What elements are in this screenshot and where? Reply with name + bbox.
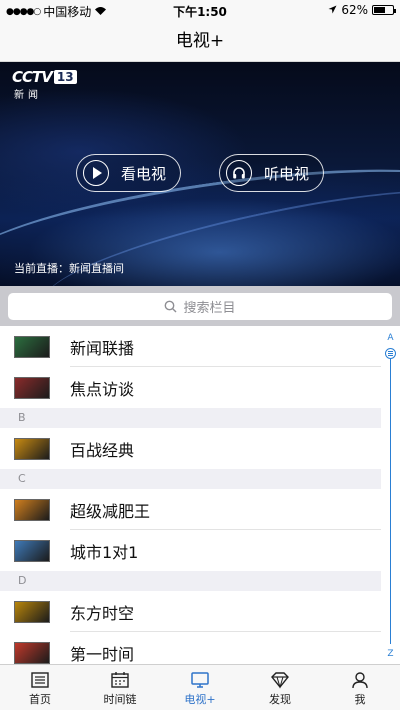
battery-fill <box>374 7 386 13</box>
logo-row: CCTV 13 <box>12 68 77 86</box>
listen-tv-label: 听电视 <box>264 164 310 183</box>
logo-channel-number: 13 <box>53 70 77 84</box>
tab-label: 发现 <box>269 693 291 706</box>
page-title: 电视+ <box>175 31 225 51</box>
program-thumbnail <box>14 498 50 521</box>
section-header-b: B <box>0 408 381 428</box>
list-item[interactable]: 城市1对1 <box>0 530 381 571</box>
program-name: 焦点访谈 <box>70 379 135 399</box>
program-thumbnail <box>14 600 50 623</box>
calendar-icon <box>108 669 132 691</box>
index-letter-bottom[interactable]: Z <box>381 649 400 659</box>
nav-bar: 电视+ <box>0 20 400 62</box>
tab-timeline[interactable]: 时间链 <box>80 665 160 710</box>
program-name: 城市1对1 <box>70 542 139 562</box>
program-thumbnail <box>14 437 50 460</box>
home-icon <box>28 669 52 691</box>
current-live-text: 当前直播：新闻直播间 <box>14 262 124 275</box>
section-header-c: C <box>0 469 381 489</box>
play-icon <box>83 160 109 186</box>
watch-tv-label: 看电视 <box>121 164 167 183</box>
tab-label: 电视+ <box>184 693 216 706</box>
location-arrow-icon <box>328 3 337 17</box>
diamond-icon <box>268 669 292 691</box>
tab-bar: 首页 时间链 电视+ 发现 我 <box>0 664 400 710</box>
list-item[interactable]: 超级减肥王 <box>0 489 381 530</box>
logo-subtitle: 新闻 <box>14 90 42 101</box>
program-thumbnail <box>14 539 50 562</box>
listen-tv-button[interactable]: 听电视 <box>219 154 324 192</box>
program-thumbnail <box>14 376 50 399</box>
status-right: 62% <box>328 3 396 17</box>
tab-home[interactable]: 首页 <box>0 665 80 710</box>
program-name: 百战经典 <box>70 440 135 460</box>
battery-icon <box>372 5 396 15</box>
live-tv-hero[interactable]: CCTV 13 新闻 看电视 听电视 当前直播：新闻直播间 <box>0 62 400 286</box>
list-item[interactable]: 百战经典 <box>0 428 381 469</box>
program-thumbnail <box>14 641 50 664</box>
program-name: 新闻联播 <box>70 338 135 358</box>
tab-label: 时间链 <box>103 693 137 706</box>
tab-tv-plus[interactable]: 电视+ <box>160 665 240 710</box>
headphones-icon <box>226 160 252 186</box>
program-list: 新闻联播 焦点访谈 B 百战经典 C 超级减肥王 城市1对1 D 东方时空 第一… <box>0 326 381 664</box>
section-header-d: D <box>0 571 381 591</box>
search-icon <box>164 300 177 313</box>
index-letter-top[interactable]: A <box>381 333 400 343</box>
person-icon <box>348 669 372 691</box>
tab-me[interactable]: 我 <box>320 665 400 710</box>
tab-discover[interactable]: 发现 <box>240 665 320 710</box>
search-input[interactable]: 搜索栏目 <box>8 293 392 320</box>
cctv13-logo: CCTV 13 新闻 <box>12 68 77 101</box>
section-index-bar[interactable]: A Z <box>381 326 400 664</box>
search-bar: 搜索栏目 <box>0 286 400 326</box>
index-track <box>390 354 391 644</box>
status-bar: ●●●●○ 中国移动 下午1:50 62% <box>0 0 400 20</box>
list-item[interactable]: 第一时间 <box>0 632 381 664</box>
tab-label: 我 <box>354 693 366 706</box>
list-item[interactable]: 东方时空 <box>0 591 381 632</box>
battery-percent: 62% <box>341 3 368 17</box>
tv-icon <box>188 669 212 691</box>
program-thumbnail <box>14 335 50 358</box>
program-name: 东方时空 <box>70 603 135 623</box>
logo-cctv-text: CCTV <box>12 68 53 86</box>
list-item[interactable]: 新闻联播 <box>0 326 381 367</box>
tab-label: 首页 <box>29 693 51 706</box>
index-scroll-handle[interactable] <box>385 348 396 359</box>
search-placeholder: 搜索栏目 <box>183 301 236 316</box>
program-name: 第一时间 <box>70 644 135 664</box>
watch-tv-button[interactable]: 看电视 <box>76 154 181 192</box>
list-item[interactable]: 焦点访谈 <box>0 367 381 408</box>
program-name: 超级减肥王 <box>70 501 151 521</box>
